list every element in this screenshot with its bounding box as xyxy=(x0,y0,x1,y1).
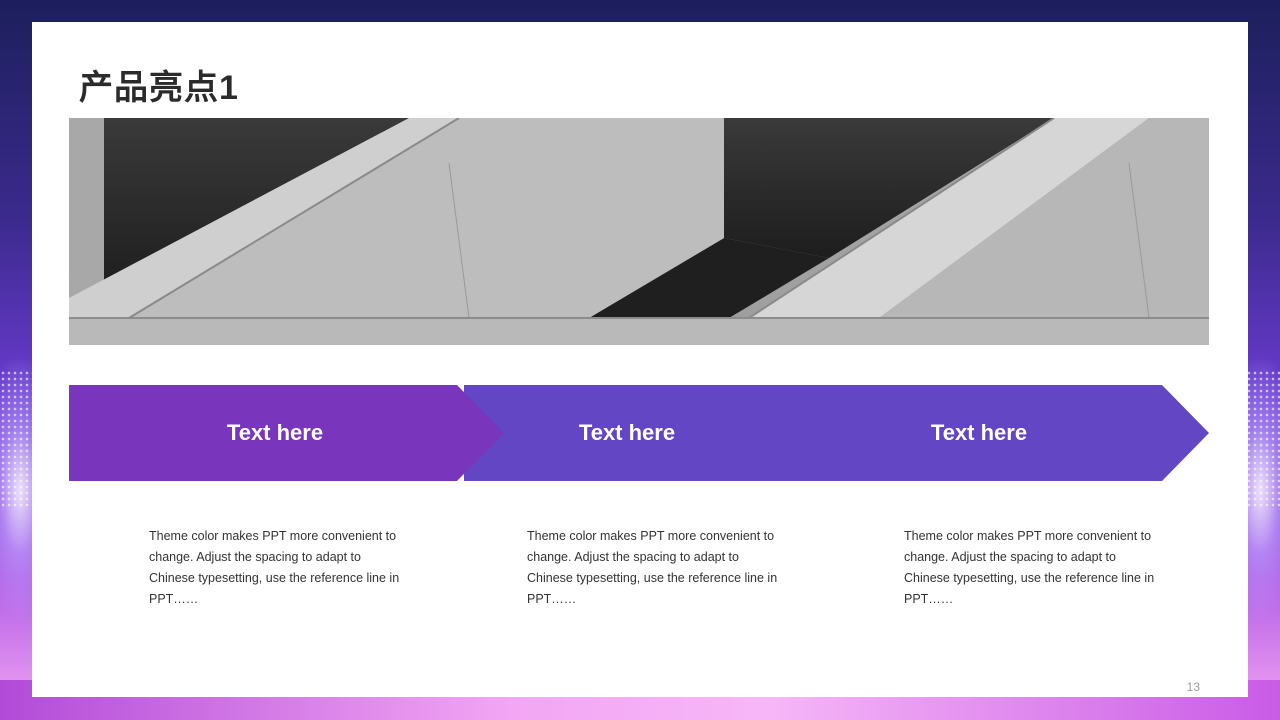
step-2-description: Theme color makes PPT more convenient to… xyxy=(527,529,778,606)
step-3-description: Theme color makes PPT more convenient to… xyxy=(904,529,1155,606)
page-title: 产品亮点1 xyxy=(79,69,239,107)
step-3-label: Text here xyxy=(930,420,1028,445)
slide-background: 产品亮点1 Text here Text here Text here Them… xyxy=(0,0,1280,720)
slide-canvas: 产品亮点1 Text here Text here Text here Them… xyxy=(32,22,1248,697)
step-2-label: Text here xyxy=(578,420,676,445)
step-1-description: Theme color makes PPT more convenient to… xyxy=(149,529,400,606)
architecture-photo xyxy=(69,118,1209,345)
step-1-label: Text here xyxy=(226,420,324,445)
page-number: 13 xyxy=(1186,680,1200,694)
